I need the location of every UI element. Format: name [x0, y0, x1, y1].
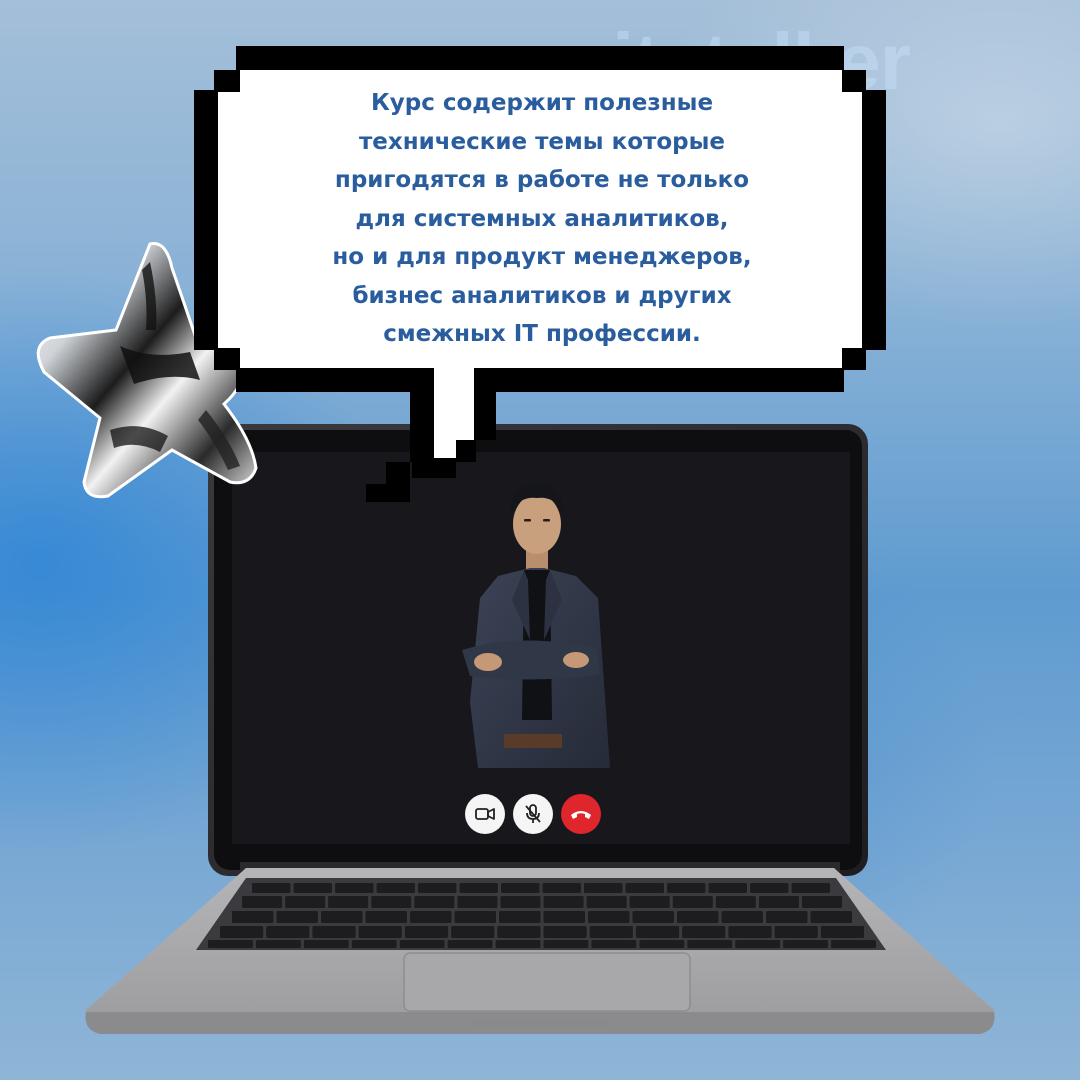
- speech-bubble-text: Курс содержит полезные технические темы …: [236, 84, 848, 354]
- bubble-line: но и для продукт менеджеров,: [332, 244, 752, 271]
- bubble-line: бизнес аналитиков и других: [352, 282, 732, 309]
- bubble-line: пригодятся в работе не только: [334, 167, 750, 194]
- bubble-line: Курс содержит полезные: [370, 90, 714, 117]
- bubble-line: для системных аналитиков,: [355, 205, 729, 232]
- bubble-line: смежных IT профессии.: [383, 321, 701, 348]
- bubble-line: технические темы которые: [358, 128, 726, 155]
